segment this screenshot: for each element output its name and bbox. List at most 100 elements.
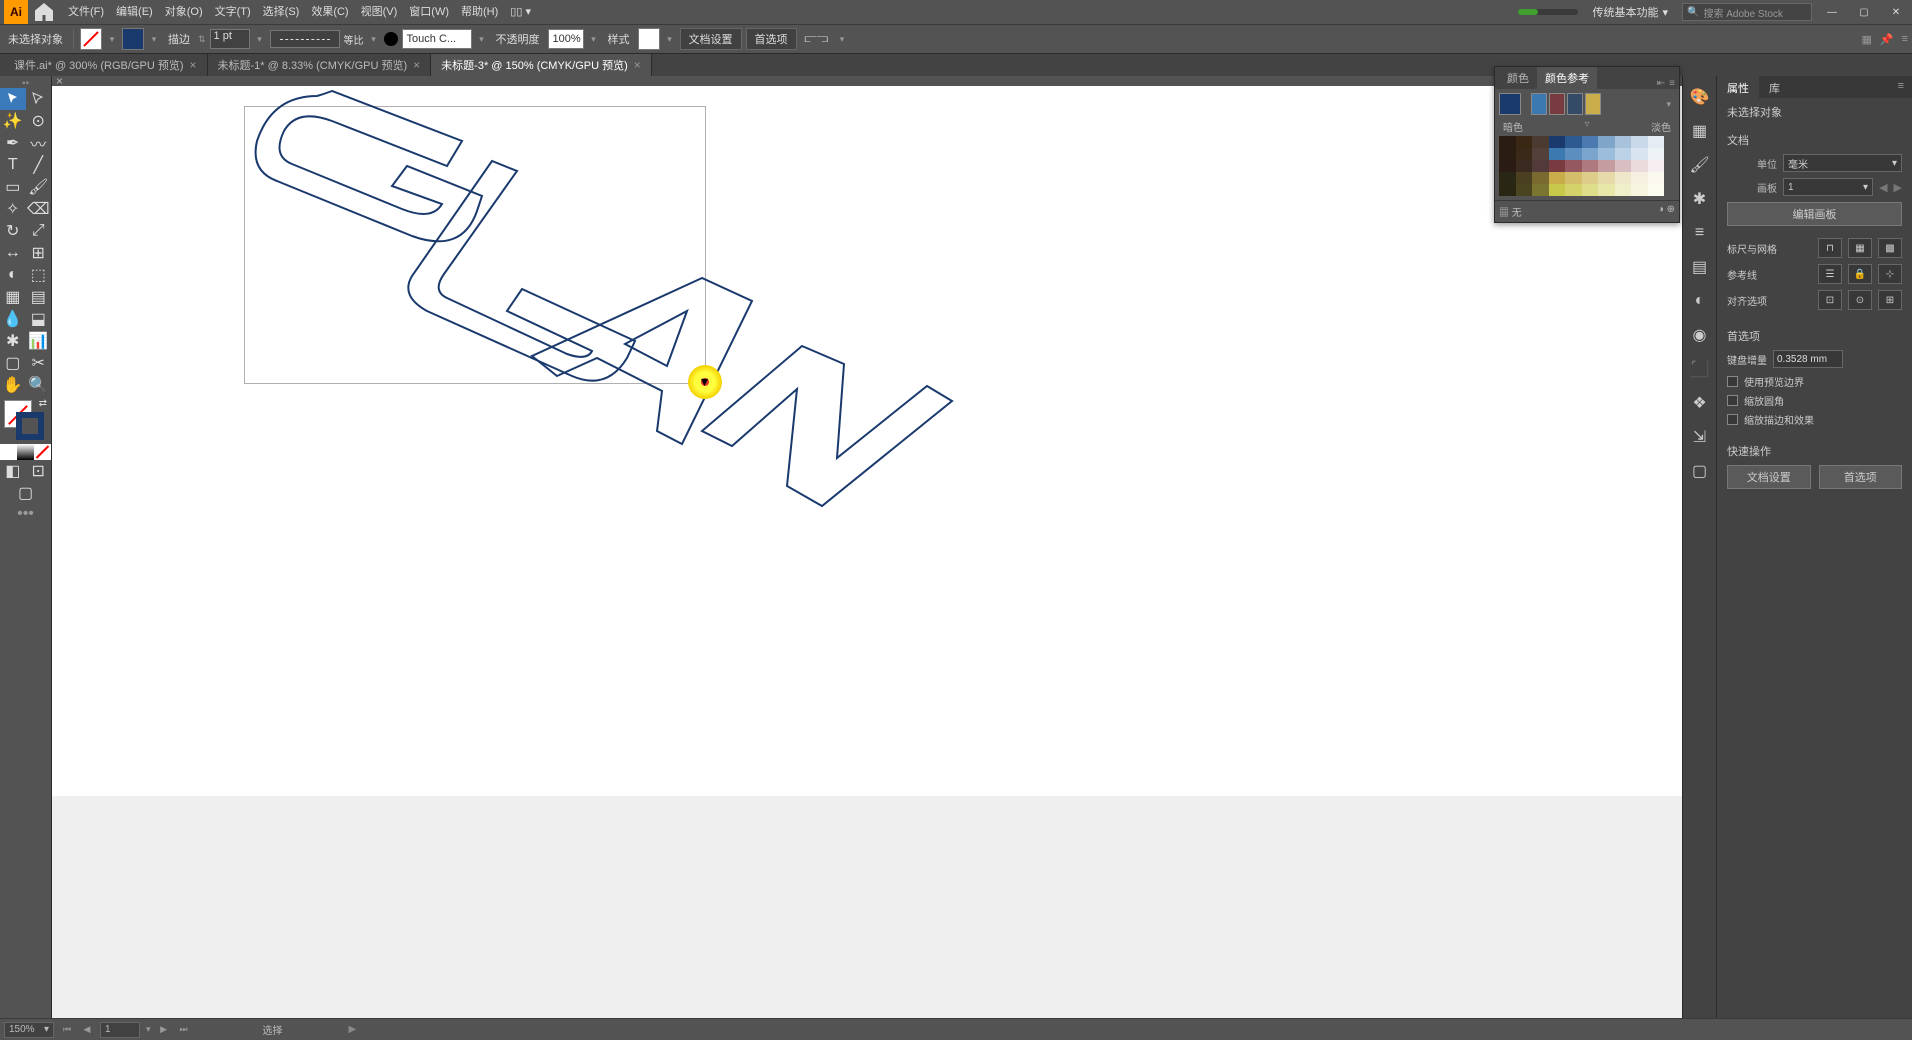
panel-menu-icon[interactable]: ≡ [1669,78,1675,89]
swatch-lib-icon[interactable]: ▦ 无 [1499,204,1522,219]
color-cell[interactable] [1648,184,1665,196]
checkbox-scale-strokes[interactable] [1727,414,1738,425]
canvas[interactable]: ▾ [52,86,1682,1018]
line-tool[interactable]: ╱ [26,154,52,176]
perspective-tool[interactable]: ⬚ [26,264,52,286]
color-cell[interactable] [1499,184,1516,196]
asset-export-panel-icon[interactable]: ⇲ [1689,426,1711,448]
draw-mode-icon[interactable]: ◧ [0,460,26,482]
artwork-guan-text[interactable] [232,86,992,526]
color-cell[interactable] [1549,160,1566,172]
color-cell[interactable] [1532,172,1549,184]
checkbox-scale-corners[interactable] [1727,395,1738,406]
base-color-swatch[interactable] [1499,93,1521,115]
color-cell[interactable] [1582,172,1599,184]
menu-type[interactable]: 文字(T) [209,0,257,24]
paintbrush-tool[interactable]: 🖌 [26,176,52,198]
close-icon[interactable]: × [413,58,420,72]
stepper-icon[interactable]: ⇅ [198,34,206,45]
menu-help[interactable]: 帮助(H) [455,0,504,24]
graph-tool[interactable]: 📊 [26,330,52,352]
menu-select[interactable]: 选择(S) [257,0,306,24]
document-tab[interactable]: 未标题-1* @ 8.33% (CMYK/GPU 预览) × [208,54,432,76]
next-artboard-icon[interactable]: ▶ [157,1023,171,1037]
snap-point-icon[interactable]: ⊙ [1848,290,1872,310]
direct-selection-tool[interactable] [26,88,52,110]
chevron-down-icon[interactable]: ▾ [476,34,488,45]
prefs-button[interactable]: 首选项 [746,28,797,50]
chevron-down-icon[interactable]: ▾ [146,1024,151,1035]
fill-stroke-control[interactable]: ⇄ [2,400,49,440]
color-cell[interactable] [1631,184,1648,196]
doc-setup-button[interactable]: 文档设置 [1727,465,1811,489]
zoom-tool[interactable]: 🔍 [26,374,52,396]
chevron-down-icon[interactable]: ▾ [368,34,380,45]
snap-pixel-icon[interactable]: ⊡ [1818,290,1842,310]
zoom-select[interactable]: 150%▾ [4,1022,54,1038]
grid-icon[interactable]: ▦ [1848,238,1872,258]
home-icon[interactable] [32,0,56,24]
color-cell[interactable] [1516,136,1533,148]
artboards-panel-icon[interactable]: ▢ [1689,460,1711,482]
guides-show-icon[interactable]: ☰ [1818,264,1842,284]
gradient-tool[interactable]: ▤ [26,286,52,308]
color-cell[interactable] [1516,184,1533,196]
grid-icon[interactable]: ▦ [1861,33,1871,46]
menu-object[interactable]: 对象(O) [159,0,209,24]
width-tool[interactable]: ↔ [0,242,26,264]
color-cell[interactable] [1516,160,1533,172]
stroke-width-input[interactable]: 1 pt [210,29,250,49]
color-cell[interactable] [1549,136,1566,148]
menu-file[interactable]: 文件(F) [62,0,110,24]
color-cell[interactable] [1565,136,1582,148]
menu-icon[interactable]: ≡ [1902,33,1908,46]
free-transform-tool[interactable]: ⊞ [26,242,52,264]
lasso-tool[interactable]: ⊙ [26,110,52,132]
last-artboard-icon[interactable]: ⏭ [177,1023,191,1037]
color-cell[interactable] [1615,160,1632,172]
align-icon[interactable]: ⫍⫎ [801,33,832,46]
artboard-nav-input[interactable]: 1 [100,1022,140,1038]
guides-lock-icon[interactable]: 🔒 [1848,264,1872,284]
color-cell[interactable] [1532,148,1549,160]
rotate-tool[interactable]: ↻ [0,220,26,242]
shaper-tool[interactable]: ✧ [0,198,26,220]
mesh-tool[interactable]: ▦ [0,286,26,308]
transparency-panel-icon[interactable]: ◐ [1689,290,1711,312]
first-artboard-icon[interactable]: ⏮ [60,1023,74,1037]
color-cell[interactable] [1549,148,1566,160]
color-cell[interactable] [1598,172,1615,184]
eyedropper-tool[interactable]: 💧 [0,308,26,330]
color-cell[interactable] [1598,184,1615,196]
document-tab[interactable]: 课件.ai* @ 300% (RGB/GPU 预览) × [4,54,208,76]
transparency-grid-icon[interactable]: ▩ [1878,238,1902,258]
hand-tool[interactable]: ✋ [0,374,26,396]
color-cell[interactable] [1648,172,1665,184]
unit-select[interactable]: 毫米▾ [1783,154,1902,172]
close-icon[interactable]: × [189,58,196,72]
color-cell[interactable] [1565,184,1582,196]
color-cell[interactable] [1582,160,1599,172]
color-cell[interactable] [1631,160,1648,172]
smart-guides-icon[interactable]: ⊹ [1878,264,1902,284]
checkbox-preview-bounds[interactable] [1727,376,1738,387]
color-cell[interactable] [1549,184,1566,196]
panel-menu-icon[interactable]: ≡ [1890,76,1912,98]
harmony-swatch[interactable] [1567,93,1583,115]
color-cell[interactable] [1499,148,1516,160]
color-cell[interactable] [1631,172,1648,184]
color-cell[interactable] [1499,136,1516,148]
stroke-color[interactable] [16,412,44,440]
edit-artboard-button[interactable]: 编辑画板 [1727,202,1902,226]
symbol-sprayer-tool[interactable]: ✱ [0,330,26,352]
color-cell[interactable] [1615,136,1632,148]
color-cell[interactable] [1516,172,1533,184]
color-cell[interactable] [1565,160,1582,172]
scale-tool[interactable]: ⤢ [26,220,52,242]
blend-tool[interactable]: ⬓ [26,308,52,330]
slice-tool[interactable]: ✂ [26,352,52,374]
menu-window[interactable]: 窗口(W) [403,0,455,24]
shape-builder-tool[interactable]: ◐ [0,264,26,286]
color-cell[interactable] [1598,148,1615,160]
brush-select[interactable]: Touch C... [402,29,472,49]
